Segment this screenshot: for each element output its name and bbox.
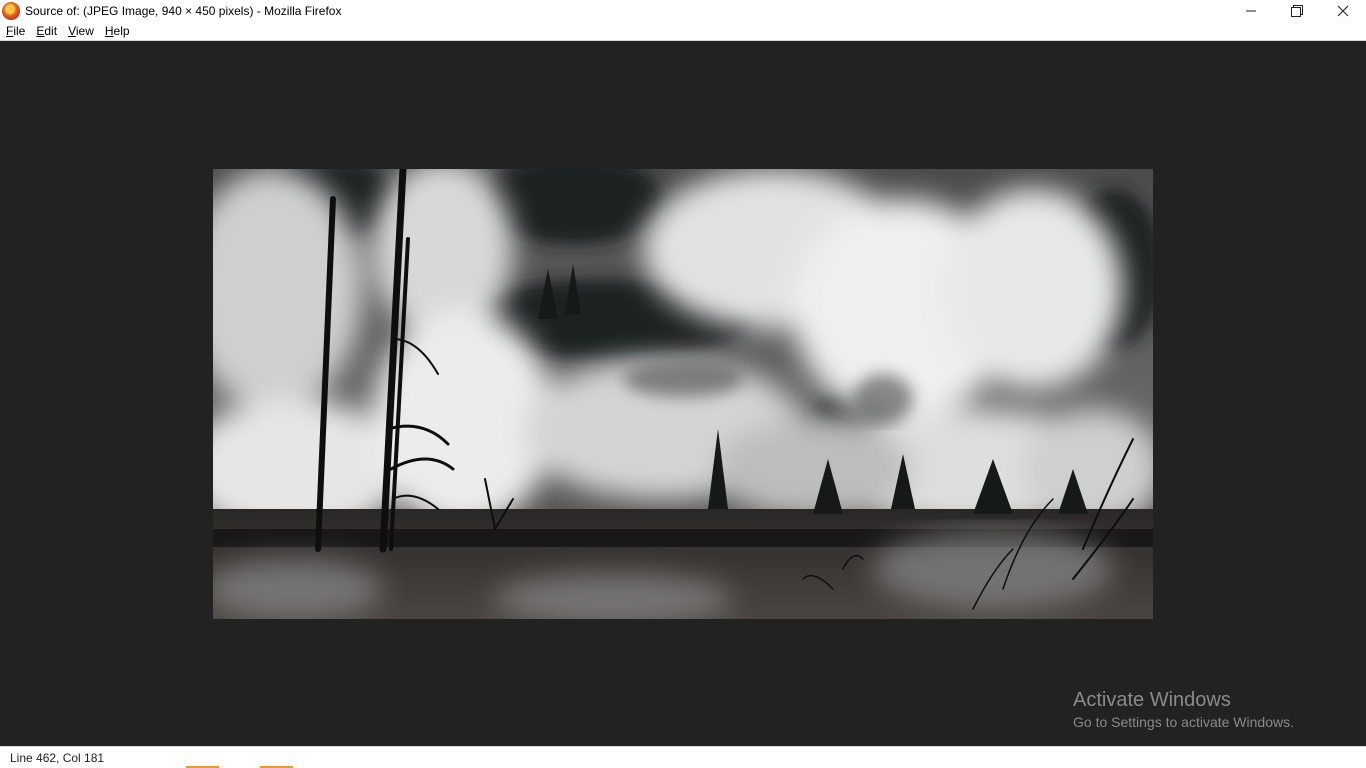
- minimize-icon: [1246, 10, 1256, 12]
- title-bar: Source of: (JPEG Image, 940 × 450 pixels…: [0, 0, 1366, 22]
- cursor-position: Line 462, Col 181: [10, 750, 105, 765]
- activate-windows-watermark: Activate Windows Go to Settings to activ…: [1073, 688, 1294, 731]
- menu-edit[interactable]: Edit: [32, 23, 61, 39]
- window-title: Source of: (JPEG Image, 940 × 450 pixels…: [25, 4, 342, 18]
- menu-bar: File Edit View Help: [0, 22, 1366, 41]
- close-icon: [1337, 5, 1349, 17]
- menu-file-rest: ile: [13, 24, 26, 38]
- watermark-subtitle: Go to Settings to activate Windows.: [1073, 714, 1294, 730]
- watermark-title: Activate Windows: [1073, 689, 1231, 711]
- menu-help[interactable]: Help: [101, 23, 134, 39]
- menu-view-rest: iew: [75, 24, 94, 38]
- restore-icon: [1291, 5, 1303, 17]
- restore-button[interactable]: [1274, 0, 1320, 22]
- menu-file[interactable]: File: [2, 23, 29, 39]
- close-button[interactable]: [1320, 0, 1366, 22]
- menu-help-rest: elp: [113, 24, 130, 38]
- minimize-button[interactable]: [1228, 0, 1274, 22]
- steaming-landscape-photo: [213, 169, 1153, 619]
- window-controls: [1228, 0, 1366, 22]
- status-bar: Line 462, Col 181: [0, 746, 1366, 768]
- menu-view-accesskey: V: [68, 24, 76, 38]
- displayed-image[interactable]: [213, 169, 1153, 619]
- menu-view[interactable]: View: [64, 23, 98, 39]
- firefox-icon: [2, 2, 20, 20]
- menu-help-accesskey: H: [104, 24, 114, 38]
- menu-edit-rest: dit: [44, 24, 58, 38]
